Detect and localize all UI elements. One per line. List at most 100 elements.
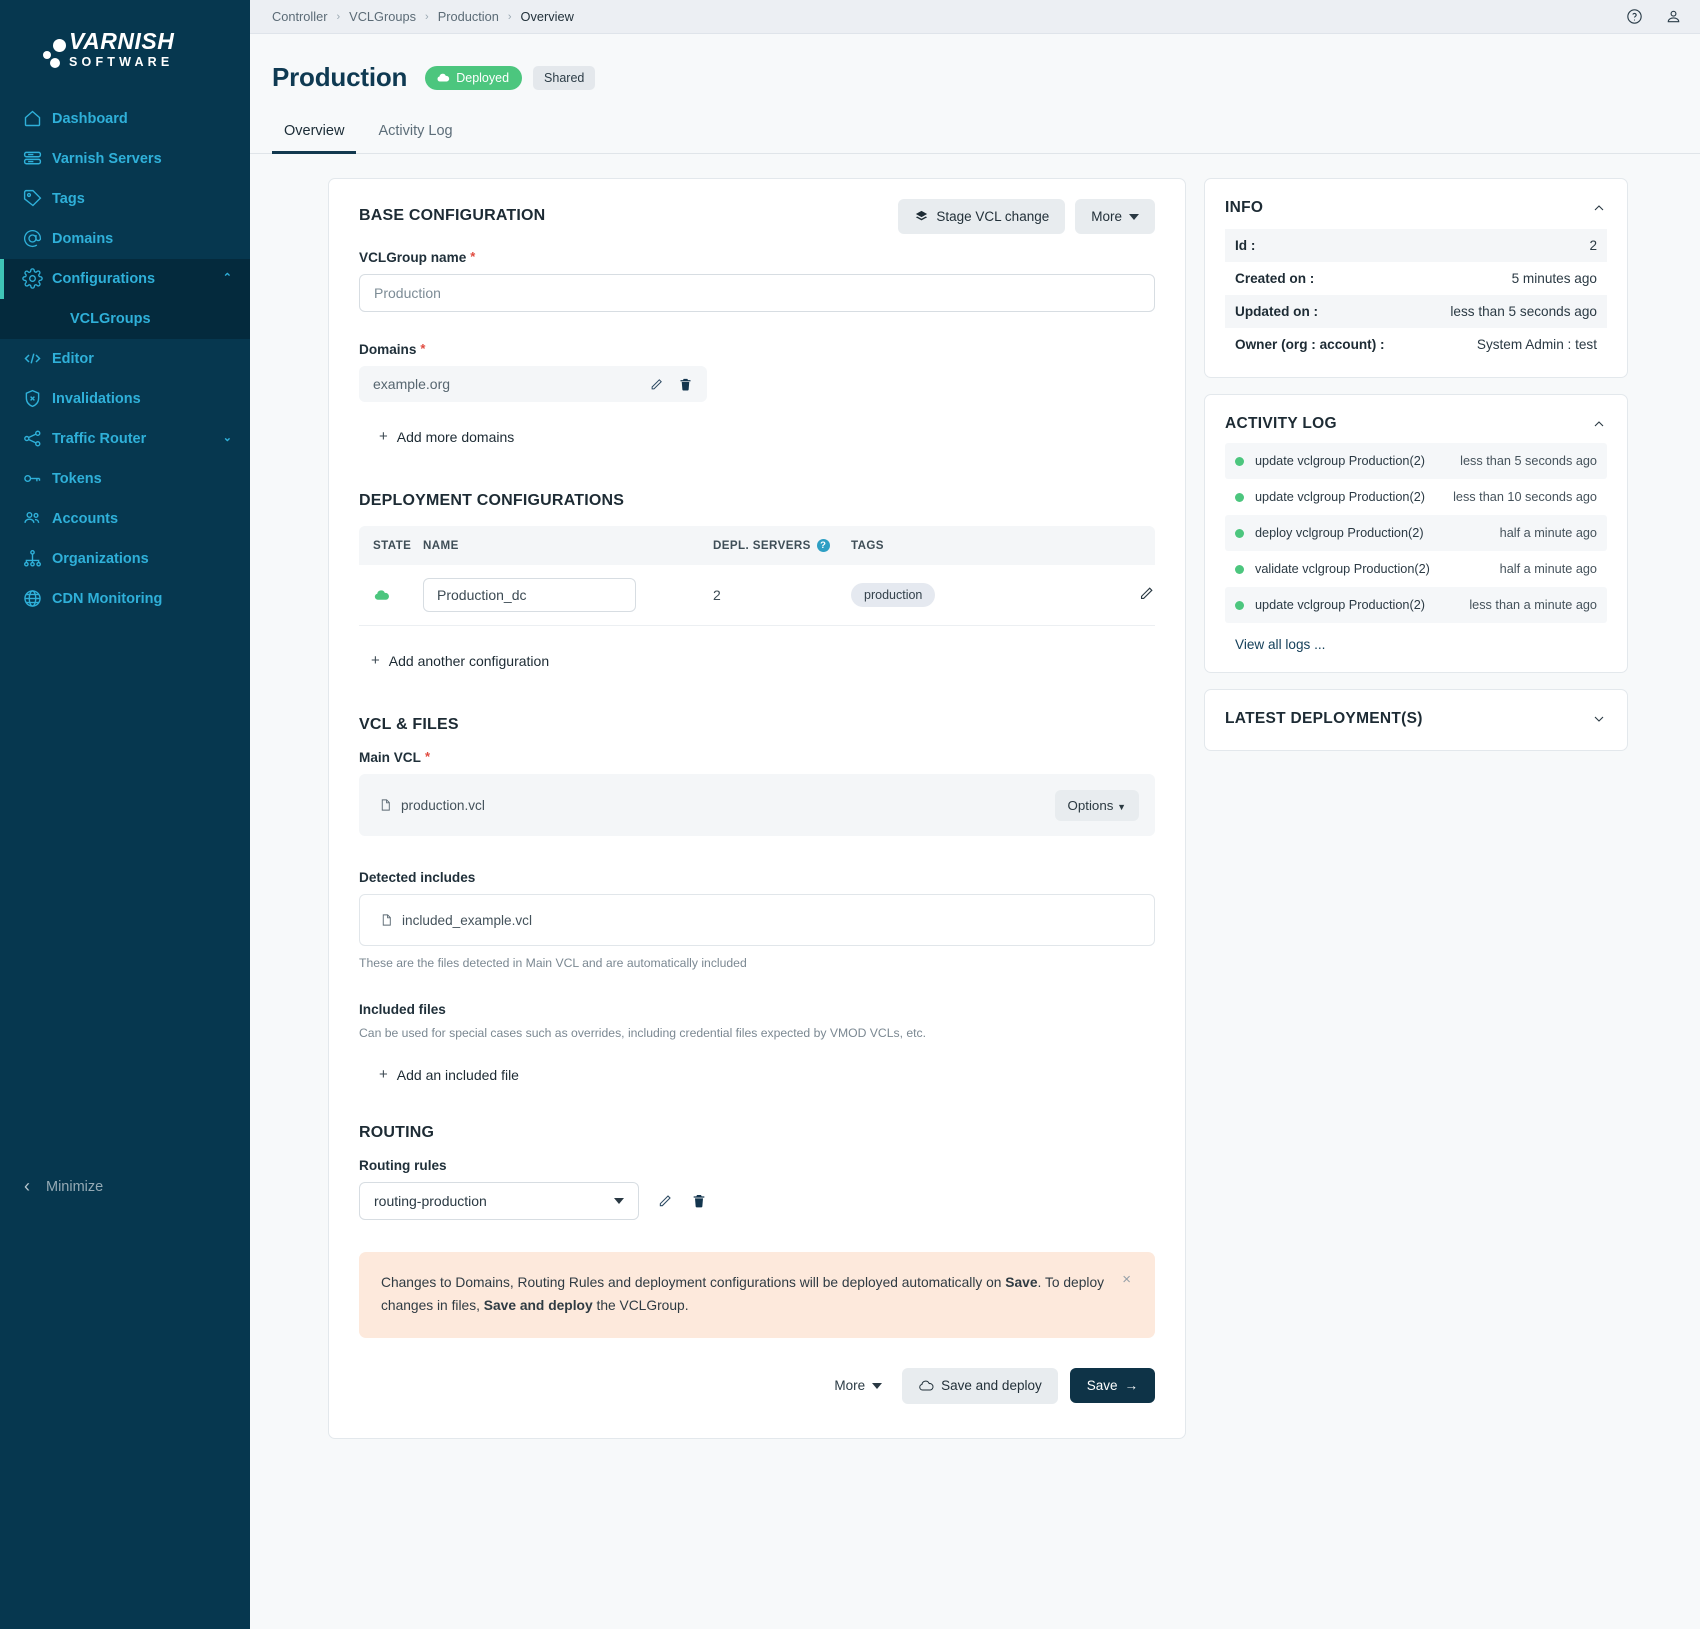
breadcrumb-separator-icon: › [425, 10, 429, 23]
routing-heading: ROUTING [359, 1124, 435, 1142]
edit-pencil-icon[interactable] [649, 377, 664, 392]
sidebar-item-traffic-router[interactable]: Traffic Router ⌄ [0, 419, 250, 459]
activity-log-rows: update vclgroup Production(2) less than … [1205, 433, 1627, 623]
sidebar-item-organizations[interactable]: Organizations [0, 539, 250, 579]
routing-rules-label-text: Routing rules [359, 1158, 447, 1174]
page-title: Production [272, 62, 408, 92]
breadcrumb-vclgroups[interactable]: VCLGroups [349, 9, 416, 24]
latest-deployments-header[interactable]: LATEST DEPLOYMENT(S) [1225, 710, 1607, 728]
sidebar: VARNISH SOFTWARE Dashboard Varnish Serve… [0, 0, 250, 1629]
breadcrumb-production[interactable]: Production [438, 9, 499, 24]
sidebar-item-vclgroups[interactable]: VCLGroups [0, 298, 250, 339]
base-config-more-button[interactable]: More [1075, 199, 1155, 234]
delete-trash-icon[interactable] [691, 1193, 707, 1209]
sidebar-nav: Dashboard Varnish Servers Tags Domains C… [0, 99, 250, 619]
deployment-name-input[interactable] [423, 578, 636, 613]
detected-includes-help: These are the files detected in Main VCL… [359, 956, 747, 971]
breadcrumb-separator-icon: › [507, 10, 512, 23]
main-vcl-label-text: Main VCL [359, 750, 421, 766]
stage-vcl-change-button[interactable]: Stage VCL change [898, 199, 1066, 234]
info-row-updated-on: Updated on : less than 5 seconds ago [1225, 295, 1607, 328]
sidebar-item-dashboard[interactable]: Dashboard [0, 99, 250, 139]
main-vcl-options-button[interactable]: Options ▼ [1054, 789, 1139, 821]
shared-badge: Shared [533, 65, 596, 90]
latest-deployments-panel: LATEST DEPLOYMENT(S) [1204, 689, 1628, 751]
edit-pencil-icon[interactable] [1138, 585, 1155, 602]
sidebar-item-configurations[interactable]: Configurations ⌃ [0, 258, 250, 299]
gear-icon [22, 268, 52, 289]
chevron-down-icon[interactable]: ⌄ [223, 433, 232, 444]
list-item[interactable]: update vclgroup Production(2) less than … [1225, 479, 1607, 515]
activity-time: less than a minute ago [1469, 598, 1597, 612]
sidebar-item-cdn-monitoring[interactable]: CDN Monitoring [0, 579, 250, 619]
info-row-id: Id : 2 [1225, 229, 1607, 262]
save-label: Save [1086, 1378, 1118, 1394]
breadcrumb-controller[interactable]: Controller [272, 9, 327, 24]
save-and-deploy-button[interactable]: Save and deploy [902, 1367, 1058, 1404]
file-icon [380, 912, 393, 928]
detected-includes-label-text: Detected includes [359, 870, 476, 886]
sidebar-item-editor[interactable]: Editor [0, 339, 250, 379]
info-panel-title: INFO [1225, 199, 1264, 216]
tab-bar: Overview Activity Log [250, 93, 1700, 154]
sidebar-item-label: Editor [52, 350, 94, 367]
alert-text: Changes to Domains, Routing Rules and de… [381, 1272, 1104, 1318]
list-item[interactable]: validate vclgroup Production(2) half a m… [1225, 551, 1607, 587]
chevron-up-icon[interactable]: ⌃ [223, 273, 232, 284]
minimize-button[interactable]: ‹ Minimize [0, 1176, 250, 1197]
globe-icon [22, 588, 52, 609]
activity-time: less than 10 seconds ago [1453, 490, 1597, 504]
close-icon[interactable]: × [1122, 1272, 1131, 1287]
content-area: BASE CONFIGURATION Stage VCL change More [250, 154, 1700, 1439]
add-more-domains-label: Add more domains [396, 428, 515, 445]
footer-more-button[interactable]: More [826, 1368, 890, 1403]
minimize-label: Minimize [46, 1178, 104, 1195]
save-button[interactable]: Save → [1069, 1368, 1155, 1404]
tag-chip[interactable]: production [851, 583, 936, 608]
vclgroup-name-input[interactable] [359, 274, 1155, 312]
list-item[interactable]: update vclgroup Production(2) less than … [1225, 587, 1607, 623]
sidebar-item-tags[interactable]: Tags [0, 179, 250, 219]
sidebar-item-varnish-servers[interactable]: Varnish Servers [0, 139, 250, 179]
view-all-logs-link[interactable]: View all logs ... [1205, 623, 1627, 672]
detected-include-filename: included_example.vcl [402, 912, 532, 928]
share-icon [22, 428, 52, 449]
tab-overview[interactable]: Overview [272, 115, 357, 154]
sidebar-item-domains[interactable]: Domains [0, 219, 250, 259]
sidebar-item-accounts[interactable]: Accounts [0, 499, 250, 539]
delete-trash-icon[interactable] [678, 377, 693, 392]
status-dot-icon [1235, 600, 1244, 610]
at-icon [22, 228, 52, 249]
save-and-deploy-label: Save and deploy [941, 1378, 1042, 1394]
activity-label: update vclgroup Production(2) [1255, 454, 1425, 468]
base-config-more-label: More [1091, 209, 1122, 224]
help-tooltip-icon[interactable]: ? [816, 539, 830, 553]
table-row: 2 production [359, 565, 1155, 627]
list-item[interactable]: deploy vclgroup Production(2) half a min… [1225, 515, 1607, 551]
vclgroup-name-label: VCLGroup name * [359, 250, 1155, 265]
help-circle-icon[interactable] [1626, 8, 1643, 25]
status-dot-icon [1235, 492, 1244, 502]
tab-activity-log[interactable]: Activity Log [366, 115, 464, 154]
sidebar-item-tokens[interactable]: Tokens [0, 459, 250, 499]
list-item[interactable]: update vclgroup Production(2) less than … [1225, 443, 1607, 479]
chevron-up-icon[interactable] [1591, 416, 1607, 432]
home-icon [22, 108, 52, 129]
add-another-configuration-button[interactable]: + Add another configuration [371, 652, 549, 669]
chevron-down-icon [872, 1382, 883, 1389]
routing-rules-select[interactable]: routing-production [359, 1182, 639, 1221]
breadcrumb-overview: Overview [520, 9, 574, 24]
user-icon[interactable] [1665, 8, 1682, 25]
main-vcl-filename: production.vcl [401, 797, 485, 813]
chevron-down-icon[interactable] [1591, 711, 1607, 727]
add-included-file-button[interactable]: + Add an included file [379, 1066, 519, 1083]
domain-name: example.org [373, 376, 451, 392]
right-panels: INFO Id : 2 Created on : 5 minutes ago U… [1204, 178, 1628, 751]
sidebar-subitem-label: VCLGroups [70, 310, 151, 327]
shield-icon [22, 388, 52, 409]
add-more-domains-button[interactable]: + Add more domains [379, 428, 514, 445]
sidebar-item-invalidations[interactable]: Invalidations [0, 379, 250, 419]
edit-pencil-icon[interactable] [657, 1193, 673, 1209]
chevron-up-icon[interactable] [1591, 200, 1607, 216]
column-state: STATE [359, 526, 423, 566]
